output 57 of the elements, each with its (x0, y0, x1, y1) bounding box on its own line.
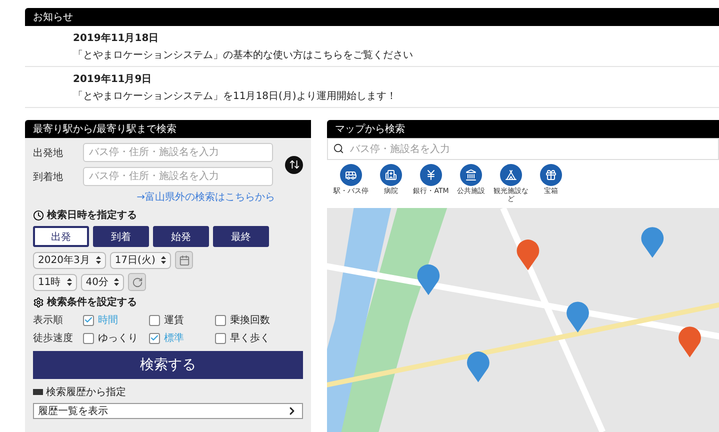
search-button[interactable]: 検索する (33, 351, 303, 379)
section-heading: 検索日時を指定する (47, 208, 137, 222)
mode-tab[interactable]: 始発 (153, 226, 209, 247)
map-search-field[interactable]: バス停・施設名を入力 (327, 138, 719, 160)
notice-text[interactable]: 「とやまロケーションシステム」を11月18日(月)より運用開始します！ (73, 89, 719, 103)
settings-icon (33, 296, 44, 308)
checkbox[interactable] (215, 314, 226, 326)
checkbox[interactable] (83, 332, 94, 344)
date-select[interactable]: 2020年3月 (33, 252, 106, 268)
updown-icon (161, 256, 166, 264)
hospital-icon[interactable] (380, 164, 402, 186)
notice-date: 2019年11月9日 (73, 72, 153, 86)
bus-icon[interactable] (340, 164, 362, 186)
notice-text[interactable]: 「とやまロケーションシステム」の基本的な使い方はこちらをご覧ください (73, 48, 719, 62)
time-select[interactable]: 11時 (33, 274, 77, 290)
calendar-icon (178, 254, 190, 266)
panel-header: 最寄り駅から/最寄り駅まで検索 (25, 120, 311, 138)
calendar-button[interactable] (175, 251, 194, 269)
checkbox-label[interactable]: 運賃 (164, 313, 184, 327)
refresh-icon (132, 276, 143, 288)
mode-tab[interactable]: 最終 (213, 226, 269, 247)
time-select[interactable]: 40分 (80, 274, 124, 290)
field-label: 到着地 (33, 170, 64, 184)
list-icon (33, 389, 43, 395)
gift-icon[interactable] (540, 164, 562, 186)
mode-tab[interactable]: 出発 (33, 226, 89, 247)
outside-search-link[interactable]: →富山県外の検索はこちらから (136, 190, 275, 204)
option-label: 徒歩速度 (33, 332, 74, 345)
notice-date: 2019年11月18日 (73, 32, 160, 45)
place-input[interactable]: バス停・住所・施設名を入力 (83, 143, 273, 162)
history-button[interactable]: 履歴一覧を表示 (33, 403, 303, 419)
option-label: 表示順 (33, 314, 64, 327)
landmark-icon[interactable] (460, 164, 482, 186)
reset-time-button[interactable] (128, 273, 146, 291)
search-icon (333, 143, 344, 154)
field-label: 出発地 (33, 146, 64, 160)
checkbox-label[interactable]: 早く歩く (230, 331, 270, 345)
swap-icon[interactable] (285, 156, 303, 174)
checkbox-label[interactable]: 乗換回数 (230, 313, 270, 327)
updown-icon (114, 278, 120, 286)
panel-header: マップから検索 (327, 120, 719, 138)
updown-icon (66, 278, 72, 286)
checkbox[interactable] (215, 332, 226, 344)
mode-tab[interactable]: 到着 (93, 226, 149, 247)
checkbox[interactable] (83, 314, 94, 326)
notice-header: お知らせ (25, 8, 719, 26)
place-input[interactable]: バス停・住所・施設名を入力 (83, 167, 273, 186)
section-heading: 検索履歴から指定 (46, 386, 126, 399)
yen-icon[interactable] (420, 164, 442, 186)
clock-icon (33, 210, 44, 220)
checkbox[interactable] (149, 314, 160, 326)
updown-icon (96, 256, 101, 264)
checkbox-label[interactable]: ゆっくり (98, 331, 138, 345)
tent-icon[interactable] (500, 164, 522, 186)
section-heading: 検索条件を設定する (47, 295, 137, 309)
date-select[interactable]: 17日(火) (110, 252, 172, 268)
checkbox[interactable] (149, 332, 160, 344)
